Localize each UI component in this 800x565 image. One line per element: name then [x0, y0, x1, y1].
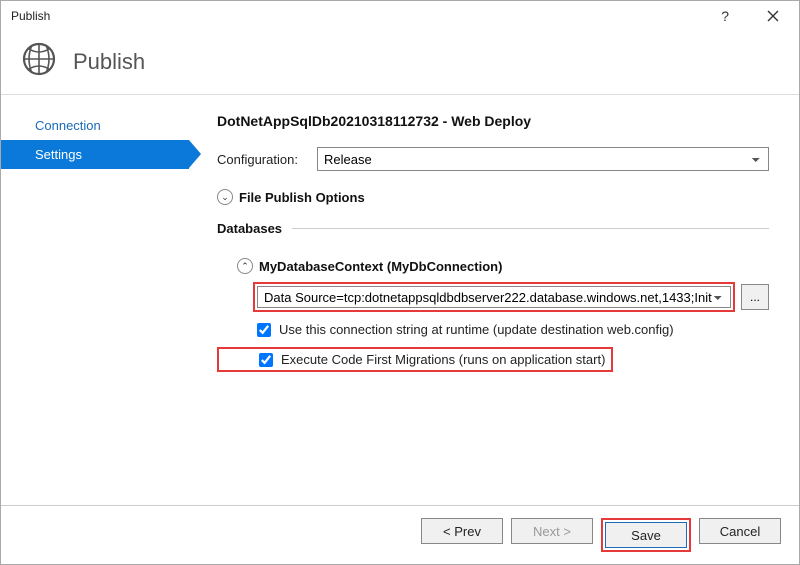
save-button-highlight: Save	[601, 518, 691, 552]
sidebar-item-settings[interactable]: Settings	[1, 140, 189, 169]
db-context-toggle[interactable]: ⌃ MyDatabaseContext (MyDbConnection)	[217, 258, 769, 274]
chevron-up-icon: ⌃	[237, 258, 253, 274]
connection-string-highlight	[253, 282, 735, 312]
execute-migrations-label: Execute Code First Migrations (runs on a…	[281, 352, 605, 367]
use-connection-string-row[interactable]: Use this connection string at runtime (u…	[217, 322, 769, 337]
sidebar: Connection Settings	[1, 95, 189, 515]
databases-section-label: Databases	[217, 221, 282, 236]
next-button[interactable]: Next >	[511, 518, 593, 544]
help-button[interactable]: ?	[713, 8, 737, 24]
cancel-button[interactable]: Cancel	[699, 518, 781, 544]
dialog-title: Publish	[73, 49, 145, 75]
file-publish-options-label: File Publish Options	[239, 190, 365, 205]
connection-string-browse-button[interactable]: ...	[741, 284, 769, 310]
close-icon	[767, 10, 779, 22]
dialog-header: Publish	[1, 31, 799, 95]
publish-icon	[21, 41, 57, 82]
file-publish-options-toggle[interactable]: ⌄ File Publish Options	[217, 189, 769, 205]
use-connection-string-checkbox[interactable]	[257, 323, 271, 337]
configuration-select[interactable]: Release	[317, 147, 769, 171]
execute-migrations-row[interactable]: Execute Code First Migrations (runs on a…	[217, 347, 613, 372]
sidebar-item-connection[interactable]: Connection	[1, 111, 189, 140]
db-context-label: MyDatabaseContext (MyDbConnection)	[259, 259, 502, 274]
configuration-label: Configuration:	[217, 152, 317, 167]
window-title: Publish	[11, 9, 50, 23]
execute-migrations-checkbox[interactable]	[259, 353, 273, 367]
footer: < Prev Next > Save Cancel	[1, 505, 799, 564]
chevron-down-icon: ⌄	[217, 189, 233, 205]
connection-string-select[interactable]	[257, 286, 731, 308]
use-connection-string-label: Use this connection string at runtime (u…	[279, 322, 674, 337]
main-panel: DotNetAppSqlDb20210318112732 - Web Deplo…	[189, 95, 799, 515]
prev-button[interactable]: < Prev	[421, 518, 503, 544]
close-button[interactable]	[755, 4, 791, 28]
publish-profile-name: DotNetAppSqlDb20210318112732 - Web Deplo…	[217, 113, 769, 129]
save-button[interactable]: Save	[605, 522, 687, 548]
